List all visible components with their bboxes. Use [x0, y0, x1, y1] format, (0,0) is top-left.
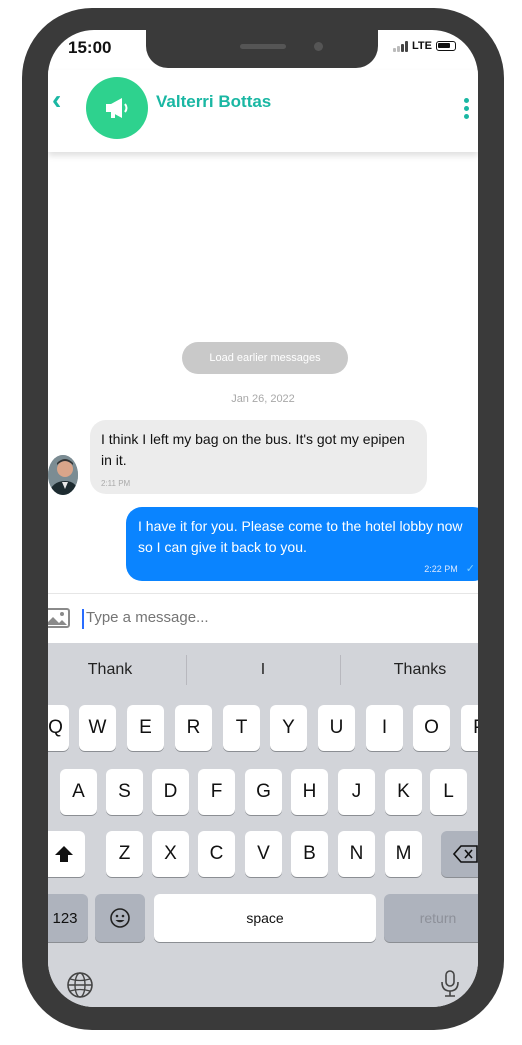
front-camera: [314, 42, 323, 51]
key-f[interactable]: F: [198, 769, 235, 815]
message-composer: [48, 593, 478, 644]
suggestion-divider: [340, 655, 341, 685]
phone-screen: 15:00 LTE ‹ Valterri Bottas Load earlier…: [48, 30, 478, 1007]
signal-icon: [393, 40, 409, 52]
image-attach-icon[interactable]: [48, 608, 70, 628]
megaphone-icon: [106, 98, 128, 118]
contact-name[interactable]: Valterri Bottas: [156, 92, 271, 112]
sender-avatar[interactable]: [48, 455, 78, 495]
key-b[interactable]: B: [291, 831, 328, 877]
key-z[interactable]: Z: [106, 831, 143, 877]
globe-icon[interactable]: [66, 971, 94, 999]
back-chevron-icon[interactable]: ‹: [52, 84, 61, 116]
key-w[interactable]: W: [79, 705, 116, 751]
message-text: I have it for you. Please come to the ho…: [138, 518, 463, 555]
key-j[interactable]: J: [338, 769, 375, 815]
network-type: LTE: [412, 40, 432, 52]
shift-arrow-icon: [54, 846, 73, 862]
battery-icon: [436, 41, 456, 51]
phone-frame: 15:00 LTE ‹ Valterri Bottas Load earlier…: [22, 8, 504, 1030]
suggestion-1[interactable]: Thank: [48, 661, 180, 679]
message-bubble-outgoing[interactable]: I have it for you. Please come to the ho…: [126, 507, 478, 581]
key-i[interactable]: I: [366, 705, 403, 751]
message-time: 2:11 PM: [101, 479, 131, 488]
person-photo-icon: [48, 455, 78, 495]
checkmark-icon: ✓: [465, 563, 475, 575]
key-g[interactable]: G: [245, 769, 282, 815]
suggestion-bar: Thank I Thanks: [48, 643, 478, 699]
backspace-key[interactable]: [441, 831, 478, 877]
key-e[interactable]: E: [127, 705, 164, 751]
status-time: 15:00: [68, 38, 112, 57]
message-meta: 2:22 PM ✓: [424, 562, 475, 575]
suggestion-divider: [186, 655, 187, 685]
suggestion-3[interactable]: Thanks: [350, 661, 478, 679]
key-y[interactable]: Y: [270, 705, 307, 751]
key-h[interactable]: H: [291, 769, 328, 815]
key-x[interactable]: X: [152, 831, 189, 877]
speaker: [240, 44, 286, 49]
keyboard-bottom-bar: [48, 963, 478, 1007]
key-u[interactable]: U: [318, 705, 355, 751]
backspace-icon: [453, 845, 478, 863]
key-l[interactable]: L: [430, 769, 467, 815]
microphone-icon[interactable]: [440, 969, 460, 999]
key-d[interactable]: D: [152, 769, 189, 815]
text-cursor: [82, 609, 84, 629]
notch: [146, 30, 378, 68]
shift-key[interactable]: [48, 831, 85, 877]
key-q[interactable]: Q: [48, 705, 69, 751]
emoji-icon: [110, 908, 130, 928]
key-o[interactable]: O: [413, 705, 450, 751]
key-a[interactable]: A: [60, 769, 97, 815]
status-indicators: LTE: [393, 40, 456, 52]
space-key[interactable]: space: [154, 894, 376, 942]
keyboard: Thank I Thanks Q W E R T Y U I O P A S D…: [48, 643, 478, 1007]
key-r[interactable]: R: [175, 705, 212, 751]
suggestion-2[interactable]: I: [193, 661, 333, 679]
message-text: I think I left my bag on the bus. It's g…: [101, 431, 405, 468]
key-n[interactable]: N: [338, 831, 375, 877]
more-options-icon[interactable]: [464, 98, 469, 119]
key-v[interactable]: V: [245, 831, 282, 877]
key-m[interactable]: M: [385, 831, 422, 877]
chat-header: ‹ Valterri Bottas: [48, 70, 478, 152]
message-bubble-incoming[interactable]: I think I left my bag on the bus. It's g…: [90, 420, 427, 494]
message-time: 2:22 PM: [424, 563, 458, 574]
key-s[interactable]: S: [106, 769, 143, 815]
date-separator: Jan 26, 2022: [231, 393, 295, 405]
emoji-key[interactable]: [95, 894, 145, 942]
return-key[interactable]: return: [384, 894, 478, 942]
channel-avatar[interactable]: [86, 77, 148, 139]
message-input[interactable]: [86, 609, 446, 626]
numbers-key[interactable]: 123: [48, 894, 88, 942]
key-c[interactable]: C: [198, 831, 235, 877]
key-t[interactable]: T: [223, 705, 260, 751]
key-k[interactable]: K: [385, 769, 422, 815]
load-earlier-button[interactable]: Load earlier messages: [182, 342, 348, 374]
key-p[interactable]: P: [461, 705, 478, 751]
